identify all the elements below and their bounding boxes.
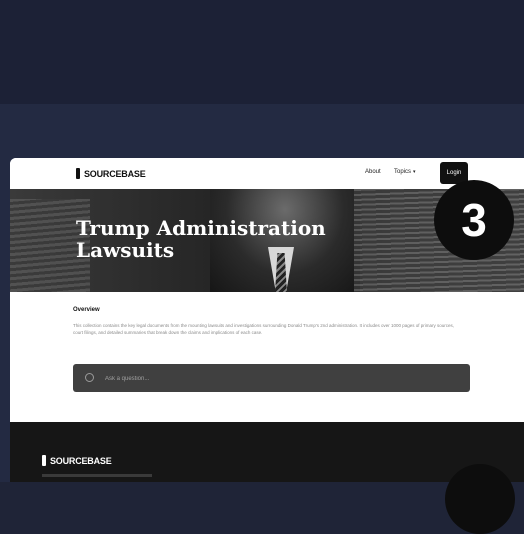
nav-topics-label: Topics <box>394 169 412 175</box>
logo-mark-icon <box>76 168 80 179</box>
top-background-band <box>0 0 524 104</box>
footer-tagline-line <box>42 474 152 477</box>
ask-question-box[interactable] <box>73 364 470 392</box>
chevron-down-icon: ▾ <box>413 169 416 175</box>
site-footer: SOURCEBASE <box>10 422 524 482</box>
chat-circle-icon <box>85 373 94 382</box>
footer-logo-text: SOURCEBASE <box>50 455 112 466</box>
overview-description: This collection contains the key legal d… <box>73 323 455 335</box>
nav-about-link[interactable]: About <box>365 169 381 175</box>
site-nav-bar: SOURCEBASE About Topics ▾ Login <box>10 158 524 189</box>
step-number-badge: 3 <box>434 180 514 260</box>
site-logo[interactable]: SOURCEBASE <box>76 168 146 179</box>
page-title: Trump Administration Lawsuits <box>76 216 326 262</box>
ask-question-input[interactable] <box>103 370 447 388</box>
nav-topics-menu[interactable]: Topics ▾ <box>394 169 416 175</box>
footer-logo-mark-icon <box>42 455 46 466</box>
footer-logo[interactable]: SOURCEBASE <box>42 455 112 466</box>
logo-text: SOURCEBASE <box>84 168 146 179</box>
corner-circle-decoration <box>445 464 515 534</box>
overview-heading: Overview <box>73 307 100 313</box>
